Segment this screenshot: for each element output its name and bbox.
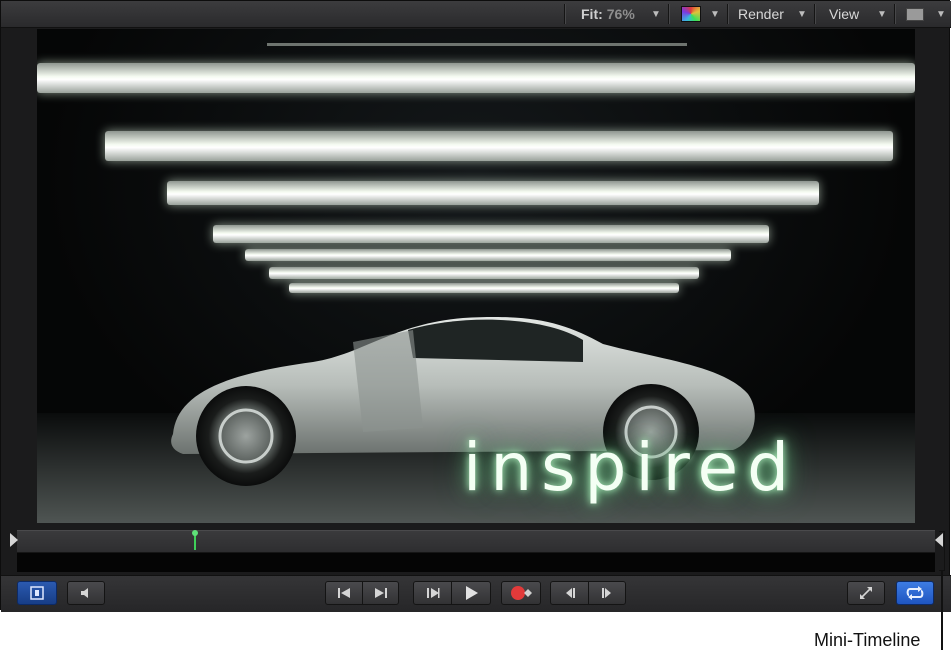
in-point-marker[interactable] [10,533,18,547]
previous-keyframe-icon [565,588,575,598]
color-swatch-icon [681,6,701,22]
next-keyframe-icon [602,588,611,598]
fit-zoom-menu[interactable]: Fit: 76% [581,1,635,27]
view-menu[interactable]: View [829,1,859,27]
loop-button[interactable] [896,581,934,605]
title-text-overlay[interactable]: inspired [463,429,798,506]
audio-button[interactable] [67,581,105,605]
color-channels-menu[interactable] [681,1,701,27]
ceiling-light [105,131,893,161]
canvas-viewer: Fit: 76% ▼ ▼ Render ▼ View ▼ ▼ inspired [0,0,951,612]
playhead-line [194,534,196,550]
fullscreen-button[interactable] [847,581,885,605]
window-layout-icon [906,7,924,21]
ceiling-light [269,267,699,279]
mini-timeline-callout-label: Mini-Timeline [814,630,921,650]
previous-frame-icon [426,588,439,598]
ceiling-light [213,225,769,243]
fit-label: Fit: [581,6,603,22]
go-to-start-button[interactable] [326,581,362,605]
go-to-start-icon [338,588,350,598]
toolbar-divider [564,4,566,24]
layers-panel-icon [30,586,44,600]
record-button[interactable] [501,581,541,605]
mini-timeline[interactable] [17,530,935,553]
toolbar-divider [727,4,729,24]
previous-frame-button[interactable] [414,581,451,605]
loop-icon [906,586,924,600]
chevron-down-icon[interactable]: ▼ [710,1,720,27]
layers-panel-button[interactable] [17,581,57,605]
render-menu[interactable]: Render [738,1,784,27]
toolbar-divider [894,4,896,24]
previous-keyframe-button[interactable] [551,581,588,605]
play-icon [466,586,478,600]
chevron-down-icon[interactable]: ▼ [651,1,661,27]
chevron-down-icon[interactable]: ▼ [877,1,887,27]
mini-timeline-track[interactable] [17,553,935,572]
viewer-toolbar: Fit: 76% ▼ ▼ Render ▼ View ▼ ▼ [1,1,951,28]
callout-line [941,571,943,650]
play-button[interactable] [452,581,490,605]
toolbar-divider [668,4,670,24]
light-rail [267,43,687,46]
ceiling-light [245,249,731,261]
go-to-end-button[interactable] [363,581,399,605]
fullscreen-icon [860,587,872,599]
playhead-handle[interactable] [192,530,198,536]
record-icon [511,586,532,600]
ceiling-light [289,283,679,293]
playhead[interactable] [192,530,198,550]
canvas-image[interactable]: inspired [37,29,915,523]
view-layout-menu[interactable] [906,1,924,27]
toolbar-divider [814,4,816,24]
chevron-down-icon[interactable]: ▼ [797,1,807,27]
speaker-icon [81,588,88,598]
fit-value: 76% [606,6,635,22]
ceiling-light [167,181,819,205]
next-keyframe-button[interactable] [589,581,625,605]
ceiling-light [37,63,915,93]
callout-bracket [939,531,945,571]
chevron-down-icon[interactable]: ▼ [936,1,946,27]
go-to-end-icon [375,588,387,598]
transport-bar [1,575,951,612]
